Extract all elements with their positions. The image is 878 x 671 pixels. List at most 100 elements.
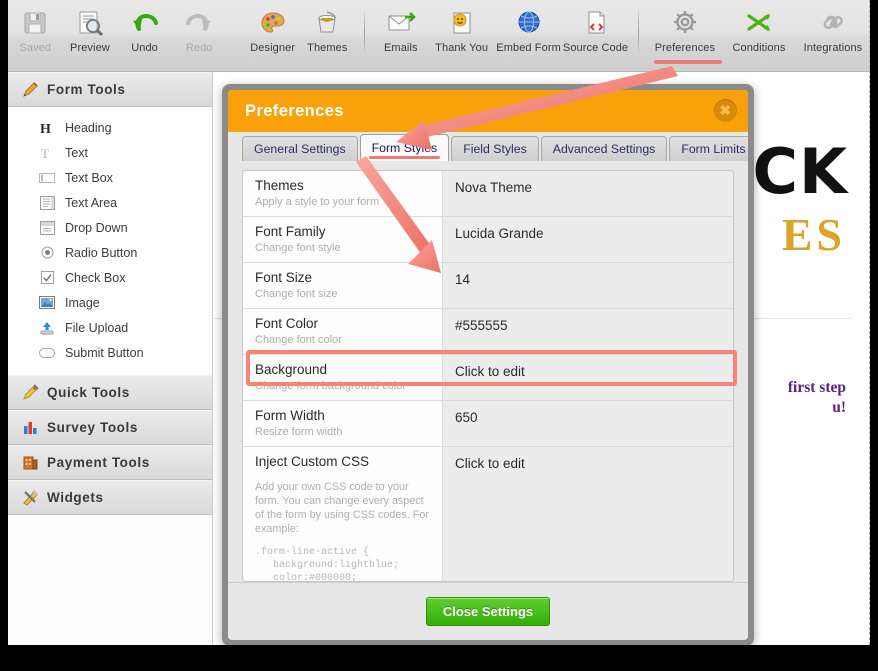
setting-row-font-size[interactable]: Font Size Change font size 14 (243, 263, 733, 309)
setting-label-cell: Font Family Change font style (243, 217, 443, 262)
tab-general-settings[interactable]: General Settings (242, 136, 358, 161)
setting-row-themes[interactable]: Themes Apply a style to your form Nova T… (243, 171, 733, 217)
sidebar-section-quick-tools[interactable]: Quick Tools (8, 375, 212, 410)
toolbar-button-thank-you[interactable]: Thank You (428, 6, 495, 54)
setting-row-font-color[interactable]: Font Color Change font color #555555 (243, 309, 733, 355)
setting-desc: Change font style (255, 241, 432, 255)
sidebar-section-survey-tools[interactable]: Survey Tools (8, 410, 212, 445)
pencil-icon (22, 81, 39, 98)
toolbar-button-embed-form[interactable]: Embed Form (495, 6, 562, 54)
globe-icon (515, 6, 543, 40)
svg-text:H: H (40, 122, 51, 135)
sidebar-section-form-tools[interactable]: Form Tools (8, 72, 212, 107)
toolbar-label: Embed Form (496, 42, 561, 54)
setting-value[interactable]: Nova Theme (443, 171, 733, 216)
dialog-tabs: General Settings Form Styles Field Style… (228, 132, 748, 161)
sidebar-item-text-box[interactable]: Text Box (8, 165, 212, 190)
sidebar-item-heading[interactable]: H Heading (8, 115, 212, 140)
form-intro-text: first step u! (788, 378, 846, 418)
toolbar-button-themes[interactable]: Themes (300, 6, 355, 54)
toolbar-label: Redo (186, 42, 213, 54)
sidebar-section-payment-tools[interactable]: Payment Tools (8, 445, 212, 480)
sidebar-item-file-upload[interactable]: File Upload (8, 315, 212, 340)
dialog-title-bar: Preferences ✖ (228, 90, 748, 132)
sidebar-item-text[interactable]: T Text (8, 140, 212, 165)
textarea-icon (38, 195, 56, 211)
close-icon[interactable]: ✖ (714, 99, 737, 122)
toolbar-label: Designer (250, 42, 295, 54)
code-page-icon (582, 6, 610, 40)
setting-value[interactable]: Click to edit (443, 355, 733, 400)
sidebar-item-label: Text Area (65, 196, 117, 210)
setting-row-background[interactable]: Background Change form background color … (243, 355, 733, 401)
setting-value[interactable]: #555555 (443, 309, 733, 354)
tab-field-styles[interactable]: Field Styles (451, 136, 539, 161)
heading-icon: H (38, 120, 56, 136)
setting-label-cell: Form Width Resize form width (243, 401, 443, 446)
main-toolbar: Saved Preview (8, 0, 870, 72)
tab-form-styles[interactable]: Form Styles (360, 134, 450, 161)
setting-row-font-family[interactable]: Font Family Change font style Lucida Gra… (243, 217, 733, 263)
tab-annotation-underline (369, 156, 441, 159)
sidebar-item-radio-button[interactable]: Radio Button (8, 240, 212, 265)
save-icon (21, 6, 49, 40)
toolbar-button-conditions[interactable]: Conditions (722, 6, 796, 54)
palette-icon (259, 6, 287, 40)
sidebar-item-check-box[interactable]: Check Box (8, 265, 212, 290)
toolbar-button-integrations[interactable]: Integrations (796, 6, 870, 54)
setting-value[interactable]: 14 (443, 263, 733, 308)
textbox-icon (38, 170, 56, 186)
toolbar-label: Preferences (655, 42, 715, 54)
toolbar-button-preview[interactable]: Preview (63, 6, 118, 54)
sidebar-section-widgets[interactable]: Widgets (8, 480, 212, 515)
setting-value[interactable]: 650 (443, 401, 733, 446)
conditions-icon (744, 6, 774, 40)
setting-label-cell: Background Change form background color (243, 355, 443, 400)
toolbar-button-undo[interactable]: Undo (117, 6, 172, 54)
settings-table: Themes Apply a style to your form Nova T… (242, 170, 734, 582)
sidebar-item-label: Text Box (65, 171, 113, 185)
dialog-title: Preferences (245, 102, 344, 121)
toolbar-button-redo[interactable]: Redo (172, 6, 227, 54)
sidebar-item-image[interactable]: Image (8, 290, 212, 315)
sidebar-item-label: Submit Button (65, 346, 144, 360)
setting-name: Font Size (255, 269, 432, 286)
css-help-p1: Add your own CSS code to your form. You … (255, 480, 432, 536)
dialog-footer: Close Settings (228, 582, 748, 640)
sidebar-item-label: Heading (65, 121, 112, 135)
toolbar-button-preferences[interactable]: Preferences (648, 6, 722, 54)
setting-desc: Change font size (255, 287, 432, 301)
redo-icon (184, 6, 214, 40)
toolbar-label: Emails (384, 42, 418, 54)
email-icon (386, 6, 416, 40)
tab-form-limits[interactable]: Form Limits (669, 136, 748, 161)
setting-value[interactable]: Lucida Grande (443, 217, 733, 262)
setting-value[interactable]: Click to edit (443, 447, 733, 582)
setting-name: Themes (255, 177, 432, 194)
toolbar-separator (236, 8, 237, 56)
toolbar-button-emails[interactable]: Emails (374, 6, 429, 54)
smiley-page-icon (448, 6, 476, 40)
setting-row-form-width[interactable]: Form Width Resize form width 650 (243, 401, 733, 447)
dropdown-icon (38, 220, 56, 236)
toolbar-button-designer[interactable]: Designer (245, 6, 300, 54)
setting-name: Background (255, 361, 432, 378)
toolbar-button-source-code[interactable]: Source Code (562, 6, 629, 54)
toolbar-button-saved[interactable]: Saved (8, 6, 63, 54)
css-help-block: Add your own CSS code to your form. You … (255, 480, 432, 582)
close-settings-button[interactable]: Close Settings (426, 597, 550, 626)
form-intro-line1: first step (788, 378, 846, 398)
toolbar-label: Undo (131, 42, 158, 54)
setting-row-inject-custom-css[interactable]: Inject Custom CSS Add your own CSS code … (243, 447, 733, 582)
gear-icon (670, 6, 700, 40)
undo-icon (130, 6, 160, 40)
sidebar-item-drop-down[interactable]: Drop Down (8, 215, 212, 240)
tab-advanced-settings[interactable]: Advanced Settings (541, 136, 668, 161)
image-icon (38, 295, 56, 311)
sidebar-item-submit-button[interactable]: Submit Button (8, 340, 212, 365)
submit-icon (38, 345, 56, 361)
sidebar-item-text-area[interactable]: Text Area (8, 190, 212, 215)
bar-chart-icon (22, 419, 39, 436)
toolbar-label: Source Code (563, 42, 628, 54)
form-tools-list: H Heading T Text Text Box (8, 107, 212, 375)
